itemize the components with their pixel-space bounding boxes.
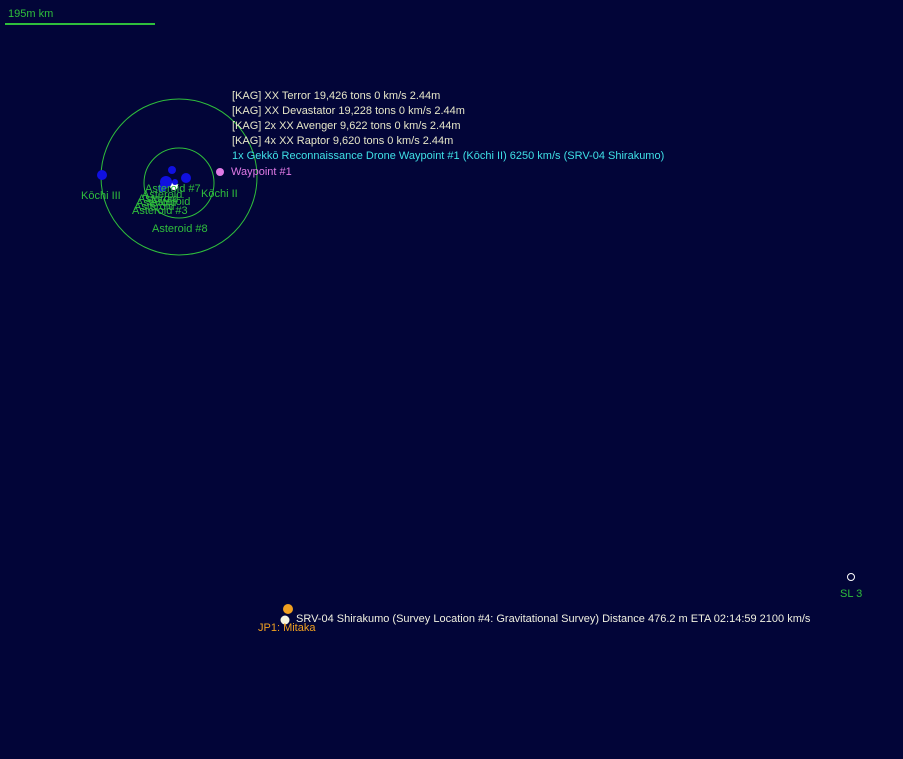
jump-point-label[interactable]: JP1: Mitaka — [258, 622, 315, 635]
body-label-asteroid-8[interactable]: Asteroid #8 — [152, 223, 208, 236]
drone-fleet-row[interactable]: 1x Gekkō Reconnaissance Drone Waypoint #… — [232, 150, 664, 163]
fleet-row[interactable]: [KAG] 4x XX Raptor 9,620 tons 0 km/s 2.4… — [232, 135, 453, 148]
body-label-kochi-iii[interactable]: Kōchi III — [81, 190, 121, 203]
fleet-row[interactable]: [KAG] 2x XX Avenger 9,622 tons 0 km/s 2.… — [232, 120, 460, 133]
waypoint-label[interactable]: Waypoint #1 — [231, 166, 292, 179]
kochi-ii-planet[interactable] — [181, 173, 191, 183]
body-label-kochi-ii[interactable]: Kōchi II — [201, 188, 238, 201]
jump-point-marker[interactable] — [283, 604, 293, 614]
survey-ship-label[interactable]: SRV-04 Shirakumo (Survey Location #4: Gr… — [296, 613, 810, 626]
asteroid-marker[interactable] — [168, 166, 176, 174]
kochi-iii-planet[interactable] — [97, 170, 107, 180]
cluster-label[interactable]: Asteroid — [150, 196, 190, 209]
fleet-row[interactable]: [KAG] XX Devastator 19,228 tons 0 km/s 2… — [232, 105, 465, 118]
scale-label: 195m km — [8, 8, 54, 20]
survey-location-marker[interactable] — [847, 573, 855, 581]
waypoint-marker[interactable] — [216, 168, 224, 176]
survey-location-label[interactable]: SL 3 — [840, 588, 862, 601]
fleet-row[interactable]: [KAG] XX Terror 19,426 tons 0 km/s 2.44m — [232, 90, 440, 103]
